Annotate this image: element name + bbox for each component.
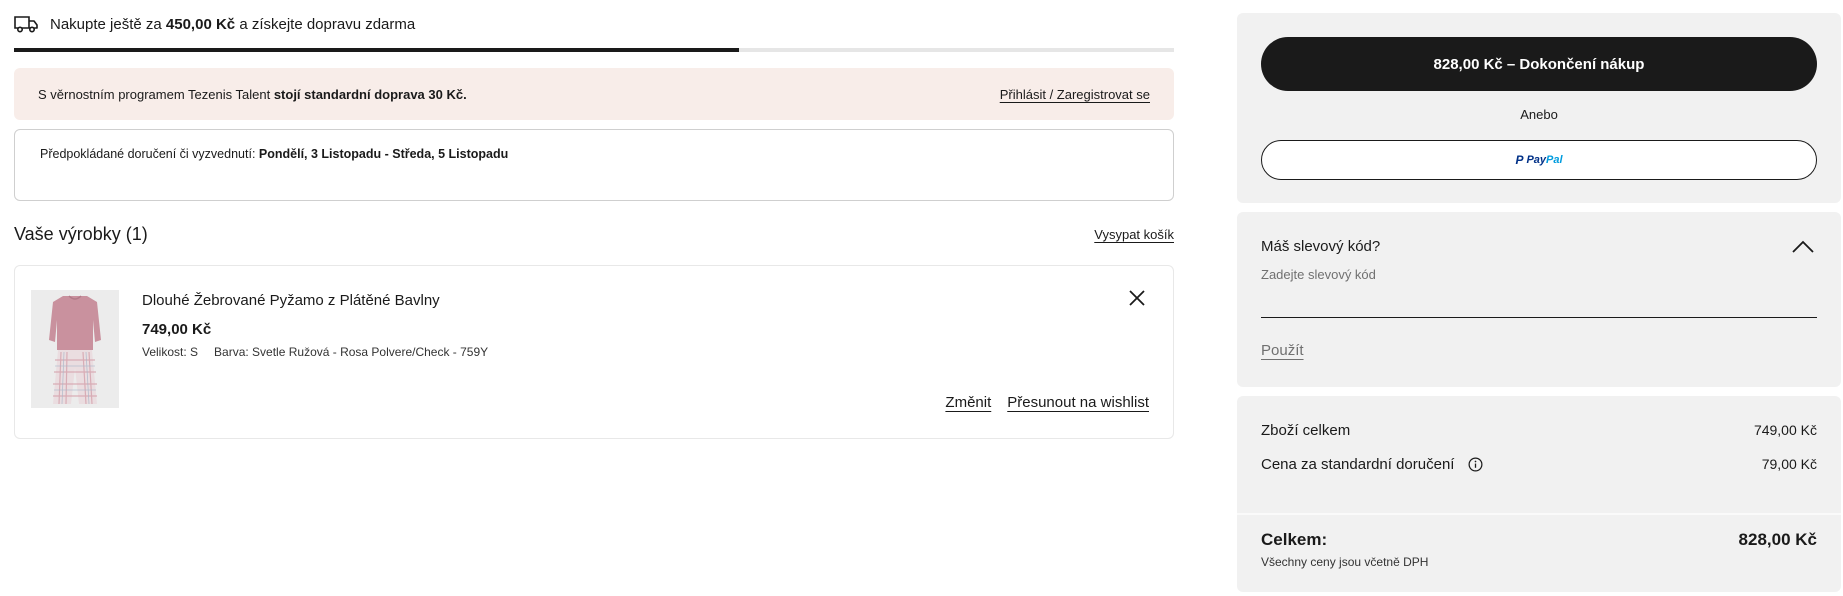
pajama-illustration	[31, 290, 119, 408]
vat-note: Všechny ceny jsou včetně DPH	[1261, 555, 1429, 569]
free-shipping-suffix: a získejte dopravu zdarma	[239, 15, 416, 33]
loyalty-text-main: S věrnostním programem Tezenis Talent	[38, 86, 271, 102]
cart-item: Dlouhé Žebrované Pyžamo z Plátěné Bavlny…	[14, 265, 1174, 439]
move-to-wishlist-button[interactable]: Přesunout na wishlist	[1007, 394, 1149, 411]
free-shipping-prefix: Nakupte ještě za	[50, 15, 162, 33]
checkout-panel: 828,00 Kč – Dokončení nákup Anebo P PayP…	[1237, 13, 1841, 203]
loyalty-text-bold: stojí standardní doprava 30 Kč.	[273, 86, 467, 102]
item-actions: Změnit Přesunout na wishlist	[945, 394, 1149, 411]
discount-panel: Máš slevový kód? Použít	[1237, 212, 1841, 387]
shipping-cost-value: 79,00 Kč	[1761, 456, 1817, 472]
paypal-p-icon: P	[1515, 153, 1524, 167]
shipping-cost-label-wrap: Cena za standardní doručení	[1261, 456, 1483, 473]
goods-total-row: Zboží celkem 749,00 Kč	[1261, 422, 1817, 439]
product-color: Barva: Svetle Ružová - Rosa Polvere/Chec…	[214, 345, 489, 359]
items-header: Vaše výrobky (1) Vysypat košík	[14, 224, 1174, 245]
product-size: Velikost: S	[142, 345, 199, 359]
product-name[interactable]: Dlouhé Žebrované Pyžamo z Plátěné Bavlny	[142, 292, 440, 309]
paypal-pal-text: Pal	[1546, 154, 1563, 166]
shipping-cost-label: Cena za standardní doručení	[1261, 456, 1455, 473]
change-item-button[interactable]: Změnit	[945, 394, 991, 411]
goods-total-label: Zboží celkem	[1261, 422, 1351, 439]
delivery-dates: Pondělí, 3 Listopadu - Středa, 5 Listopa…	[258, 147, 509, 161]
grand-total-row: Celkem: 828,00 Kč	[1261, 530, 1817, 550]
discount-code-input[interactable]	[1261, 262, 1817, 318]
checkout-button[interactable]: 828,00 Kč – Dokončení nákup	[1261, 37, 1817, 91]
login-register-link[interactable]: Přihlásit / Zaregistrovat se	[1000, 87, 1150, 102]
remove-item-icon[interactable]	[1127, 288, 1147, 308]
loyalty-banner: S věrnostním programem Tezenis Talent st…	[14, 68, 1174, 120]
progress-fill	[14, 48, 739, 52]
product-price: 749,00 Kč	[142, 321, 212, 338]
or-separator: Anebo	[1520, 107, 1558, 122]
free-shipping-progress	[14, 48, 1174, 52]
summary-divider	[1237, 513, 1841, 515]
empty-cart-link[interactable]: Vysypat košík	[1094, 227, 1174, 242]
delivery-estimate-box: Předpokládané doručení či vyzvednutí: Po…	[14, 129, 1174, 201]
shipping-cost-row: Cena za standardní doručení 79,00 Kč	[1261, 456, 1817, 473]
grand-total-value: 828,00 Kč	[1738, 530, 1817, 549]
product-image[interactable]	[31, 290, 119, 408]
loyalty-text: S věrnostním programem Tezenis Talent st…	[38, 87, 467, 102]
truck-icon	[14, 16, 38, 33]
free-shipping-text: Nakupte ještě za 450,00 Kč a získejte do…	[50, 16, 415, 33]
product-attributes: Velikost: S Barva: Svetle Ružová - Rosa …	[142, 345, 488, 359]
items-title: Vaše výrobky (1)	[14, 224, 148, 244]
order-summary: Zboží celkem 749,00 Kč Cena za standardn…	[1237, 396, 1841, 592]
paypal-pay-text: Pay	[1526, 154, 1547, 166]
discount-title[interactable]: Máš slevový kód?	[1261, 238, 1380, 255]
free-shipping-amount: 450,00 Kč	[165, 15, 236, 33]
paypal-button[interactable]: P PayPal	[1261, 140, 1817, 180]
paypal-logo: P PayPal	[1515, 153, 1562, 167]
grand-total-label: Celkem:	[1261, 530, 1328, 549]
delivery-label: Předpokládané doručení či vyzvednutí:	[40, 147, 256, 161]
goods-total-value: 749,00 Kč	[1753, 422, 1817, 438]
apply-discount-button[interactable]: Použít	[1261, 342, 1304, 359]
chevron-up-icon[interactable]	[1791, 238, 1815, 254]
info-icon[interactable]	[1468, 457, 1483, 472]
free-shipping-banner: Nakupte ještě za 450,00 Kč a získejte do…	[14, 12, 415, 36]
